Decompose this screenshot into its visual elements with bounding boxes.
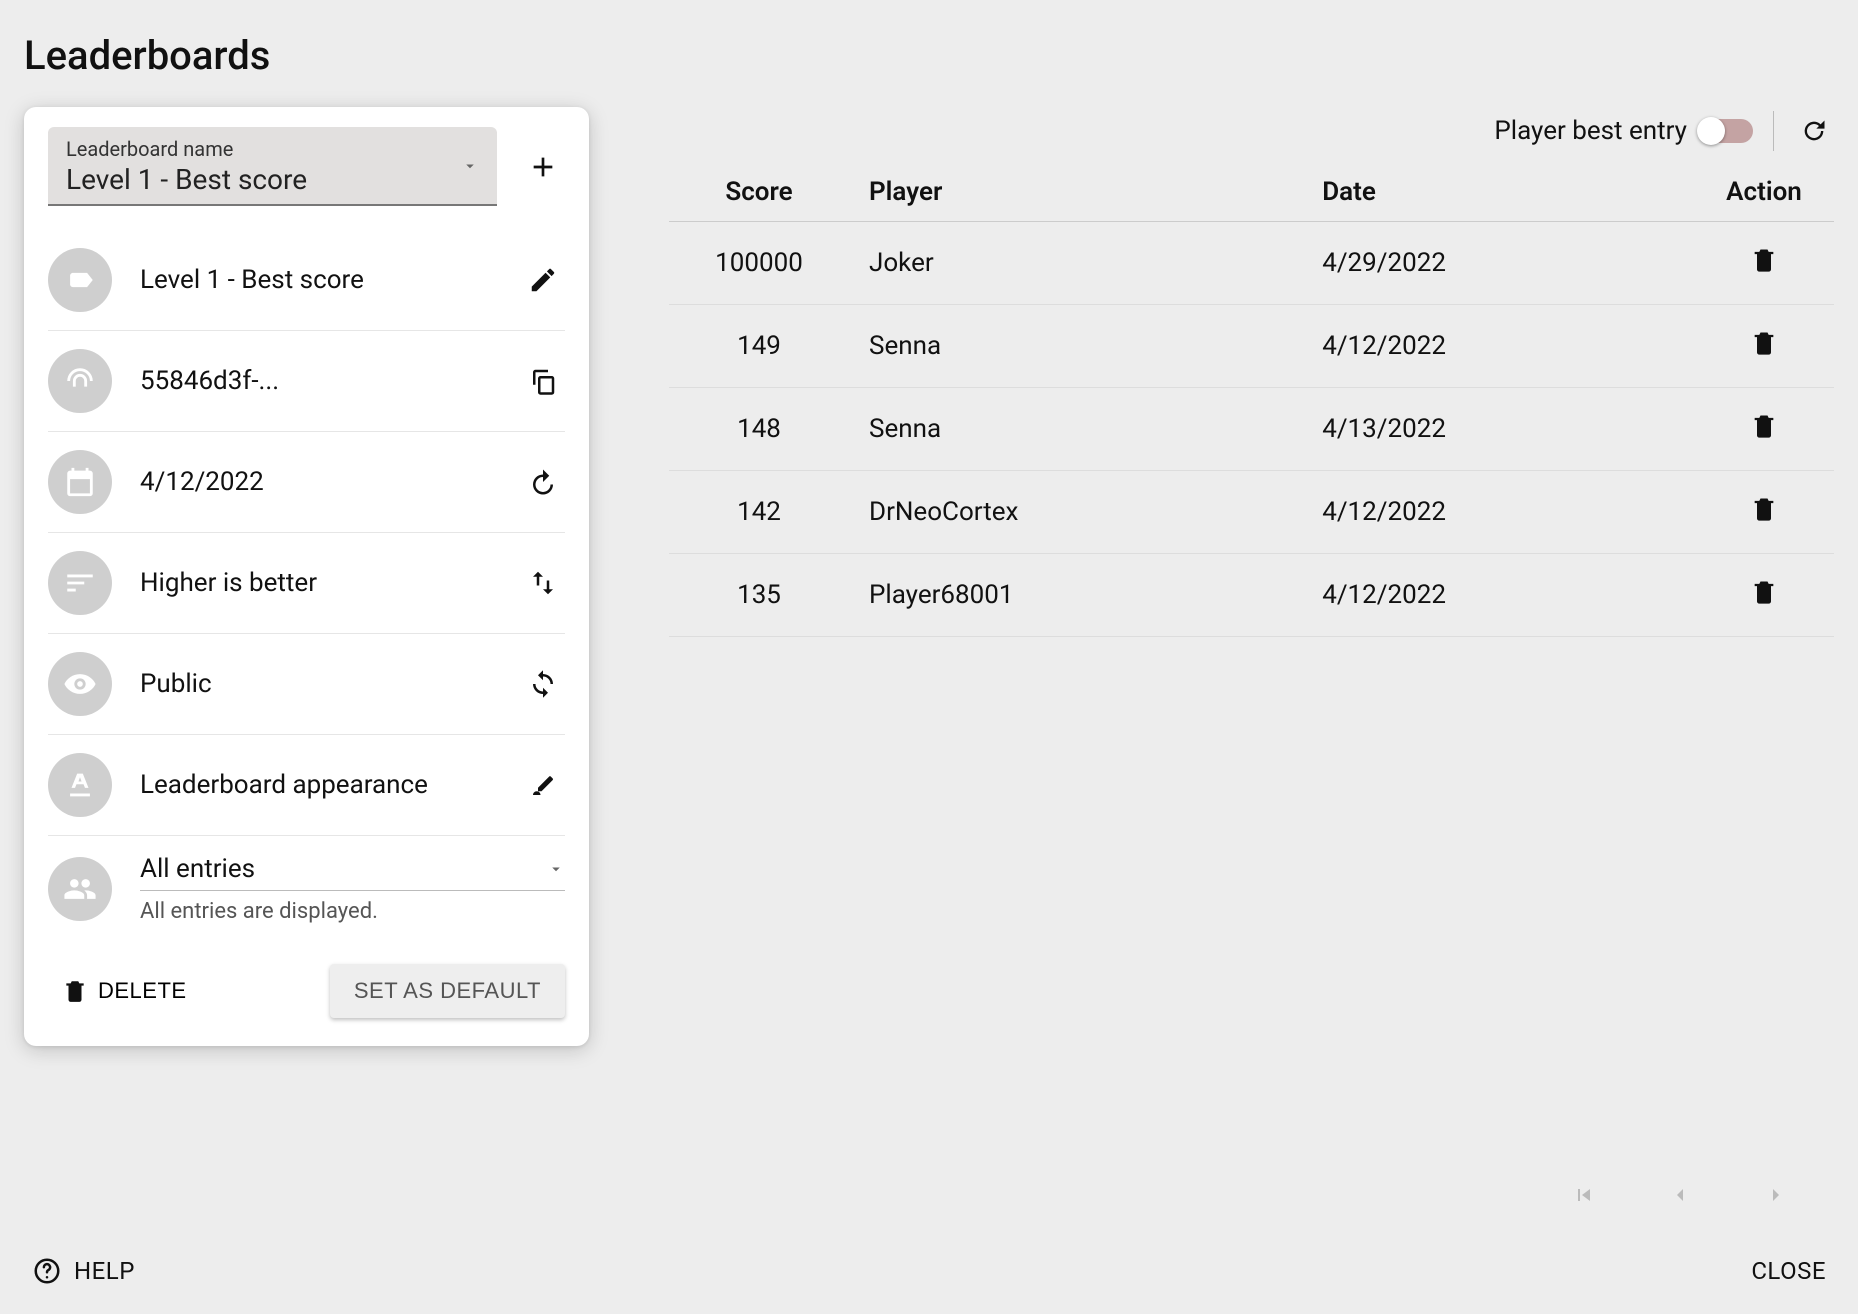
page-title: Leaderboards [24, 32, 1834, 79]
edit-name-button[interactable] [521, 258, 565, 302]
delete-entry-button[interactable] [1744, 572, 1784, 612]
cell-score: 135 [669, 554, 849, 637]
delete-entry-button[interactable] [1744, 489, 1784, 529]
set-default-button[interactable]: SET AS DEFAULT [330, 964, 565, 1018]
set-default-button-label: SET AS DEFAULT [354, 978, 541, 1003]
cell-player: Senna [849, 388, 1302, 471]
cell-player: Player68001 [849, 554, 1302, 637]
cell-player: Joker [849, 222, 1302, 305]
player-best-entry-toggle[interactable] [1699, 119, 1753, 143]
pagination [669, 1137, 1834, 1213]
first-page-button[interactable] [1566, 1177, 1602, 1213]
player-best-entry-label: Player best entry [1494, 116, 1687, 146]
refresh-date-button[interactable] [521, 460, 565, 504]
leaderboard-id-value: 55846d3f-... [140, 366, 493, 396]
col-player: Player [849, 163, 1302, 222]
swap-sort-button[interactable] [521, 561, 565, 605]
leaderboard-name-value: Level 1 - Best score [140, 265, 493, 295]
entries-filter-value: All entries [140, 854, 255, 884]
delete-entry-button[interactable] [1744, 406, 1784, 446]
col-date: Date [1302, 163, 1694, 222]
sort-value: Higher is better [140, 568, 493, 598]
cell-score: 100000 [669, 222, 849, 305]
chevron-down-icon [461, 157, 479, 175]
table-row: 149Senna4/12/2022 [669, 305, 1834, 388]
prev-page-button[interactable] [1662, 1177, 1698, 1213]
sync-visibility-button[interactable] [521, 662, 565, 706]
cell-date: 4/29/2022 [1302, 222, 1694, 305]
appearance-label: Leaderboard appearance [140, 770, 493, 800]
separator [1773, 111, 1774, 151]
delete-entry-button[interactable] [1744, 323, 1784, 363]
table-row: 135Player680014/12/2022 [669, 554, 1834, 637]
cell-score: 149 [669, 305, 849, 388]
close-button[interactable]: CLOSE [1751, 1257, 1826, 1285]
refresh-entries-button[interactable] [1794, 111, 1834, 151]
chevron-down-icon [547, 860, 565, 878]
eye-icon [48, 652, 112, 716]
delete-button-label: DELETE [98, 978, 187, 1004]
cell-player: DrNeoCortex [849, 471, 1302, 554]
visibility-value: Public [140, 669, 493, 699]
leaderboard-date-value: 4/12/2022 [140, 467, 493, 497]
help-label: HELP [74, 1257, 135, 1285]
cell-date: 4/12/2022 [1302, 305, 1694, 388]
cell-date: 4/13/2022 [1302, 388, 1694, 471]
calendar-icon [48, 450, 112, 514]
leaderboard-select-label: Leaderboard name [66, 137, 479, 161]
entries-filter-note: All entries are displayed. [140, 899, 565, 924]
format-icon [48, 753, 112, 817]
help-button[interactable]: HELP [32, 1256, 135, 1286]
table-row: 148Senna4/13/2022 [669, 388, 1834, 471]
delete-button[interactable]: DELETE [48, 968, 201, 1014]
cell-score: 142 [669, 471, 849, 554]
close-label: CLOSE [1751, 1257, 1826, 1285]
cell-player: Senna [849, 305, 1302, 388]
settings-panel: Leaderboard name Level 1 - Best score Le… [24, 107, 589, 1046]
cell-score: 148 [669, 388, 849, 471]
edit-appearance-button[interactable] [521, 763, 565, 807]
sort-icon [48, 551, 112, 615]
cell-date: 4/12/2022 [1302, 471, 1694, 554]
col-score: Score [669, 163, 849, 222]
copy-id-button[interactable] [521, 359, 565, 403]
entries-table: Score Player Date Action 100000Joker4/29… [669, 163, 1834, 637]
label-icon [48, 248, 112, 312]
leaderboard-select-value: Level 1 - Best score [66, 163, 479, 196]
fingerprint-icon [48, 349, 112, 413]
entries-filter-select[interactable]: All entries [140, 854, 565, 891]
delete-entry-button[interactable] [1744, 240, 1784, 280]
next-page-button[interactable] [1758, 1177, 1794, 1213]
col-action: Action [1694, 163, 1834, 222]
cell-date: 4/12/2022 [1302, 554, 1694, 637]
table-row: 142DrNeoCortex4/12/2022 [669, 471, 1834, 554]
leaderboard-select[interactable]: Leaderboard name Level 1 - Best score [48, 127, 497, 206]
table-row: 100000Joker4/29/2022 [669, 222, 1834, 305]
people-icon [48, 857, 112, 921]
add-leaderboard-button[interactable] [521, 145, 565, 189]
